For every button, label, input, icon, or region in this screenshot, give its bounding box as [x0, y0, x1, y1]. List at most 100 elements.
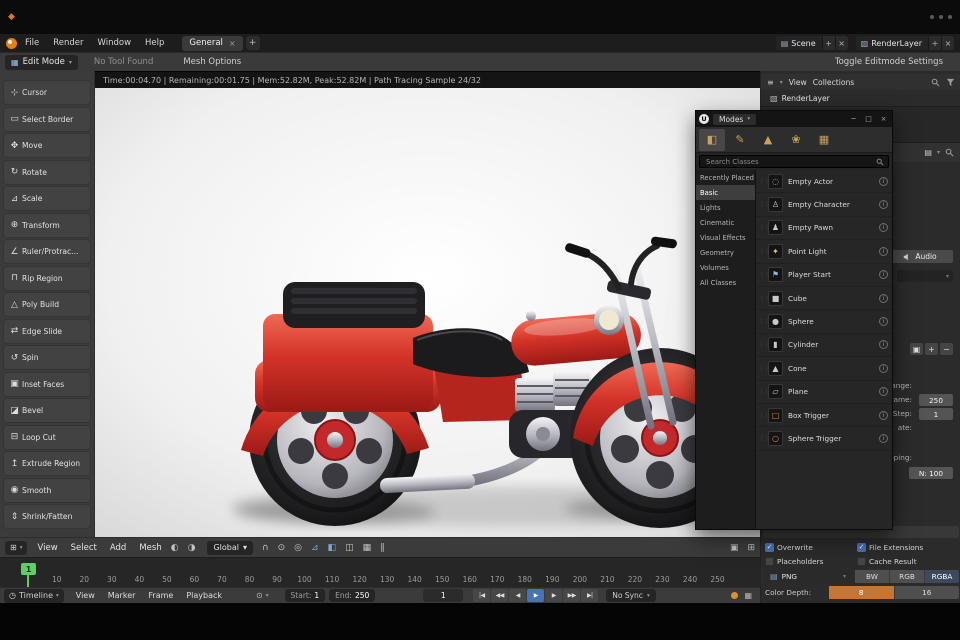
file-format-select[interactable]: ▤ PNG ▾ [765, 570, 851, 583]
grid-icon[interactable]: ▦ [744, 591, 752, 600]
info-icon[interactable]: i [879, 410, 888, 420]
workspace-tab-general[interactable]: General × [182, 35, 243, 51]
actor-item[interactable]: ⋮⋮ ⚑ Player Start i [756, 264, 892, 287]
frame-start-field[interactable]: Start: 1 [284, 589, 326, 602]
actor-item[interactable]: ⋮⋮ ♙ Empty Character i [756, 193, 892, 217]
proportional-edit-icon[interactable]: ◎ [294, 543, 302, 553]
overwrite-option[interactable]: ✓ Overwrite [765, 542, 857, 552]
add-workspace-button[interactable]: + [245, 36, 260, 50]
step-field[interactable]: 1 [919, 408, 953, 420]
toggle-editmode-settings[interactable]: Toggle Editmode Settings [835, 57, 943, 67]
camera-view-icon[interactable]: ▣ [730, 543, 739, 553]
restore-button[interactable]: □ [863, 114, 874, 125]
drag-handle-icon[interactable]: ⋮⋮ [759, 365, 770, 372]
search-icon[interactable] [931, 78, 940, 87]
blender-logo-icon[interactable] [6, 37, 17, 49]
overlays-icon[interactable]: ◧ [328, 543, 337, 553]
info-icon[interactable]: i [879, 433, 888, 443]
tool-button[interactable]: ⊟ Loop Cut [3, 424, 91, 450]
timeline-menu-item[interactable]: Marker [108, 591, 136, 600]
file-extensions-option[interactable]: ✓ File Extensions [857, 542, 959, 552]
remove-scene-button[interactable]: × [834, 36, 848, 50]
render-layer-selector[interactable]: ▧ RenderLayer + × [855, 36, 954, 50]
drag-handle-icon[interactable]: ⋮⋮ [759, 295, 770, 302]
app-icon[interactable]: ◆ [8, 12, 15, 22]
audio-button[interactable]: Audio [887, 250, 953, 263]
playback-button[interactable]: ◀ [509, 589, 527, 602]
outliner-render-layer[interactable]: ▧ RenderLayer [761, 90, 960, 106]
timeline-menu-item[interactable]: View [76, 591, 95, 600]
drag-handle-icon[interactable]: ⋮⋮ [759, 341, 770, 348]
place-panel-titlebar[interactable]: U Modes ▾ ─ □ × [696, 111, 892, 127]
actor-item[interactable]: ⋮⋮ ○ Sphere Trigger i [756, 427, 892, 451]
menu-item[interactable]: Window [98, 38, 132, 48]
actor-item[interactable]: ⋮⋮ ● Sphere i [756, 310, 892, 334]
outliner-collections-menu[interactable]: Collections [813, 78, 855, 87]
drag-handle-icon[interactable]: ⋮⋮ [759, 271, 770, 278]
category-item[interactable]: Lights [696, 200, 755, 215]
shading-solid-icon[interactable]: ◐ [171, 543, 179, 553]
current-frame-field[interactable]: 1 [423, 589, 464, 602]
category-item[interactable]: Visual Effects [696, 230, 755, 245]
menu-item[interactable]: Help [145, 38, 164, 48]
timeline-menu-item[interactable]: Frame [148, 591, 173, 600]
viewport-menu-item[interactable]: Mesh [139, 543, 161, 553]
actor-item[interactable]: ⋮⋮ ✦ Point Light i [756, 240, 892, 264]
viewport-menu-item[interactable]: Select [71, 543, 97, 553]
tool-button[interactable]: △ Poly Build [3, 292, 91, 317]
mode-tab[interactable]: ▲ [755, 129, 781, 151]
mesh-options[interactable]: Mesh Options [183, 57, 241, 67]
actor-item[interactable]: ⋮⋮ □ Box Trigger i [756, 404, 892, 428]
channel-button[interactable]: RGB [890, 570, 925, 583]
depth-button[interactable]: 8 [829, 586, 895, 599]
info-icon[interactable]: i [879, 176, 888, 186]
mode-selector[interactable]: ▦ Edit Mode ▾ [5, 54, 78, 70]
magnet-icon[interactable]: ∩ [262, 543, 269, 553]
drag-handle-icon[interactable]: ⋮⋮ [759, 178, 770, 185]
timeline-menu-item[interactable]: Playback [186, 591, 222, 600]
playback-button[interactable]: ◀◀ [491, 589, 509, 602]
category-item[interactable]: Volumes [696, 260, 755, 275]
frame-end-field[interactable]: 250 [919, 394, 953, 406]
drag-handle-icon[interactable]: ⋮⋮ [759, 201, 770, 208]
mode-tab[interactable]: ❀ [783, 129, 809, 151]
tool-button[interactable]: ⇕ Shrink/Fatten [3, 504, 91, 529]
file-extensions-checkbox[interactable]: ✓ [857, 542, 866, 552]
tool-button[interactable]: ▣ Inset Faces [3, 371, 91, 397]
gizmo-icon[interactable]: ⊿ [311, 543, 319, 553]
tool-button[interactable]: ◉ Smooth [3, 477, 91, 503]
tool-button[interactable]: ▭ Select Border [3, 106, 91, 132]
tool-button[interactable]: ◪ Bevel [3, 398, 91, 423]
viewport-canvas[interactable] [95, 88, 760, 537]
tool-button[interactable]: ↻ Rotate [3, 159, 91, 185]
mode-tab[interactable]: ▦ [811, 129, 837, 151]
outliner-view-menu[interactable]: View [789, 78, 807, 87]
add-button[interactable]: + [925, 343, 938, 355]
xray-icon[interactable]: ◫ [345, 543, 354, 553]
add-scene-button[interactable]: + [821, 36, 835, 50]
actor-item[interactable]: ⋮⋮ ◌ Empty Actor i [756, 170, 892, 194]
category-item[interactable]: Recently Placed [696, 170, 755, 185]
category-item[interactable]: Basic [696, 185, 755, 200]
transform-orientation-select[interactable]: Global ▾ [207, 540, 253, 555]
drag-handle-icon[interactable]: ⋮⋮ [759, 435, 770, 442]
minimize-button[interactable]: ─ [848, 114, 859, 125]
playback-button[interactable]: ▶ [527, 589, 545, 602]
audio-channel-field[interactable]: ▾ [897, 270, 953, 282]
tool-button[interactable]: ⊿ Scale [3, 186, 91, 211]
tool-button[interactable]: ⊕ Transform [3, 212, 91, 238]
tool-button[interactable]: ⇄ Edge Slide [3, 318, 91, 344]
shading-material-icon[interactable]: ◑ [188, 543, 196, 553]
menu-item[interactable]: Render [53, 38, 83, 48]
drag-handle-icon[interactable]: ⋮⋮ [759, 318, 770, 325]
remove-button[interactable]: − [940, 343, 953, 355]
frame-end-field[interactable]: End: 250 [329, 589, 376, 602]
tool-button[interactable]: ⊹ Cursor [3, 80, 91, 105]
placeholders-checkbox[interactable] [765, 556, 774, 566]
info-icon[interactable]: i [879, 363, 888, 373]
category-item[interactable]: All Classes [696, 275, 755, 290]
info-icon[interactable]: i [879, 200, 888, 210]
close-icon[interactable]: × [229, 39, 236, 48]
search-icon[interactable] [945, 148, 954, 157]
channel-button[interactable]: BW [855, 570, 890, 583]
